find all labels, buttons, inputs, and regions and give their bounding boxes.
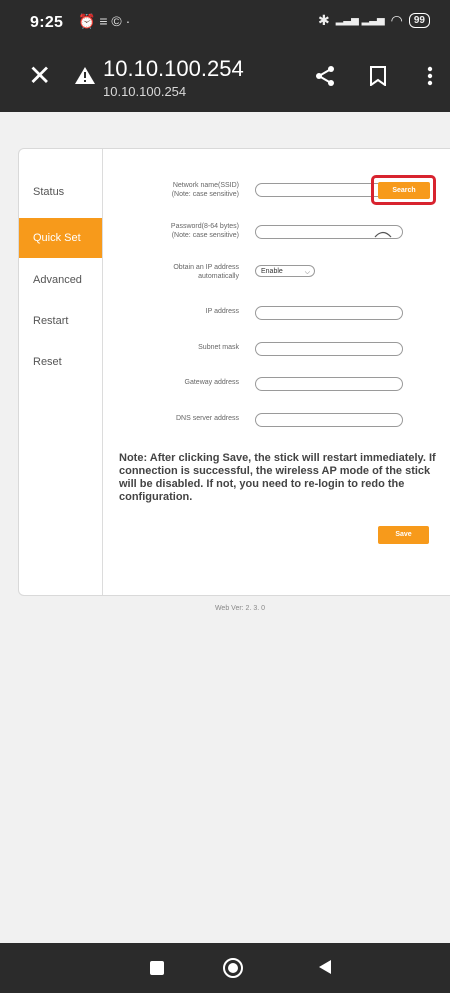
bookmark-icon[interactable] [369, 66, 387, 91]
sidebar-item-restart[interactable]: Restart [19, 301, 102, 341]
home-icon[interactable] [222, 957, 244, 984]
ip-row: IP address [119, 306, 439, 334]
browser-toolbar: ✕ 10.10.100.254 10.10.100.254 [0, 44, 450, 112]
dhcp-label-line2: automatically [198, 273, 239, 280]
url-path: 10.10.100.254 [103, 84, 187, 99]
notification-icons: ⏰ ≡ © · [78, 13, 131, 29]
ip-label: IP address [205, 308, 239, 315]
subnet-label: Subnet mask [198, 344, 239, 351]
save-button[interactable]: Save [378, 526, 429, 544]
close-icon[interactable]: ✕ [28, 62, 51, 90]
password-row: Password(8-64 bytes) (Note: case sensiti… [119, 222, 439, 250]
sidebar-item-advanced[interactable]: Advanced [19, 260, 102, 300]
password-label: Password(8-64 bytes) (Note: case sensiti… [119, 222, 239, 240]
subnet-row: Subnet mask [119, 342, 439, 370]
sidebar-item-status[interactable]: Status [19, 172, 102, 212]
system-nav-bar [0, 943, 450, 993]
url-host[interactable]: 10.10.100.254 [103, 56, 244, 82]
dhcp-label-line1: Obtain an IP address [173, 264, 239, 271]
dhcp-row: Obtain an IP address automatically Enabl… [119, 263, 439, 291]
ssid-label: Network name(SSID) (Note: case sensitive… [119, 181, 239, 199]
warning-icon[interactable] [74, 66, 96, 90]
sidebar-item-reset[interactable]: Reset [19, 342, 102, 382]
sidebar-item-quick-set[interactable]: Quick Set [19, 218, 102, 258]
ssid-label-line2: (Note: case sensitive) [171, 191, 239, 198]
share-icon[interactable] [313, 64, 337, 93]
dns-row: DNS server address [119, 413, 439, 441]
password-input[interactable] [255, 225, 403, 239]
wifi-icon: ◠ [390, 12, 403, 28]
router-config-panel: Status Quick Set Advanced Restart Reset … [18, 148, 450, 596]
back-icon[interactable] [318, 959, 332, 980]
page-margin [0, 112, 450, 148]
search-button[interactable]: Search [378, 182, 430, 199]
gateway-row: Gateway address [119, 377, 439, 405]
recents-icon[interactable] [150, 961, 164, 975]
system-icons: ✱ ▂▃▅ ▂▃▅ ◠ 99 [318, 12, 430, 29]
status-bar: 9:25 ⏰ ≡ © · ✱ ▂▃▅ ▂▃▅ ◠ 99 [0, 0, 450, 44]
dhcp-label: Obtain an IP address automatically [119, 263, 239, 281]
dhcp-select-value: Enable [261, 268, 283, 275]
web-version: Web Ver: 2. 3. 0 [214, 605, 266, 612]
restart-note: Note: After clicking Save, the stick wil… [119, 452, 436, 503]
status-time: 9:25 [30, 14, 64, 31]
subnet-input[interactable] [255, 342, 403, 356]
gateway-input[interactable] [255, 377, 403, 391]
password-label-line1: Password(8-64 bytes) [170, 223, 239, 230]
battery-icon: 99 [408, 13, 430, 28]
dns-label: DNS server address [175, 415, 239, 422]
ssid-label-line1: Network name(SSID) [172, 182, 239, 189]
dhcp-select[interactable]: Enable ⌵ [255, 265, 315, 277]
bluetooth-icon: ✱ [318, 12, 330, 28]
chevron-down-icon: ⌵ [304, 269, 310, 276]
gateway-label: Gateway address [184, 379, 239, 386]
ip-input[interactable] [255, 306, 403, 320]
dns-input[interactable] [255, 413, 403, 427]
show-password-icon[interactable] [374, 225, 392, 243]
more-menu-icon[interactable] [427, 66, 433, 91]
signal-icon: ▂▃▅ ▂▃▅ [335, 15, 385, 26]
sidebar: Status Quick Set Advanced Restart Reset [19, 149, 103, 595]
password-label-line2: (Note: case sensitive) [171, 232, 239, 239]
